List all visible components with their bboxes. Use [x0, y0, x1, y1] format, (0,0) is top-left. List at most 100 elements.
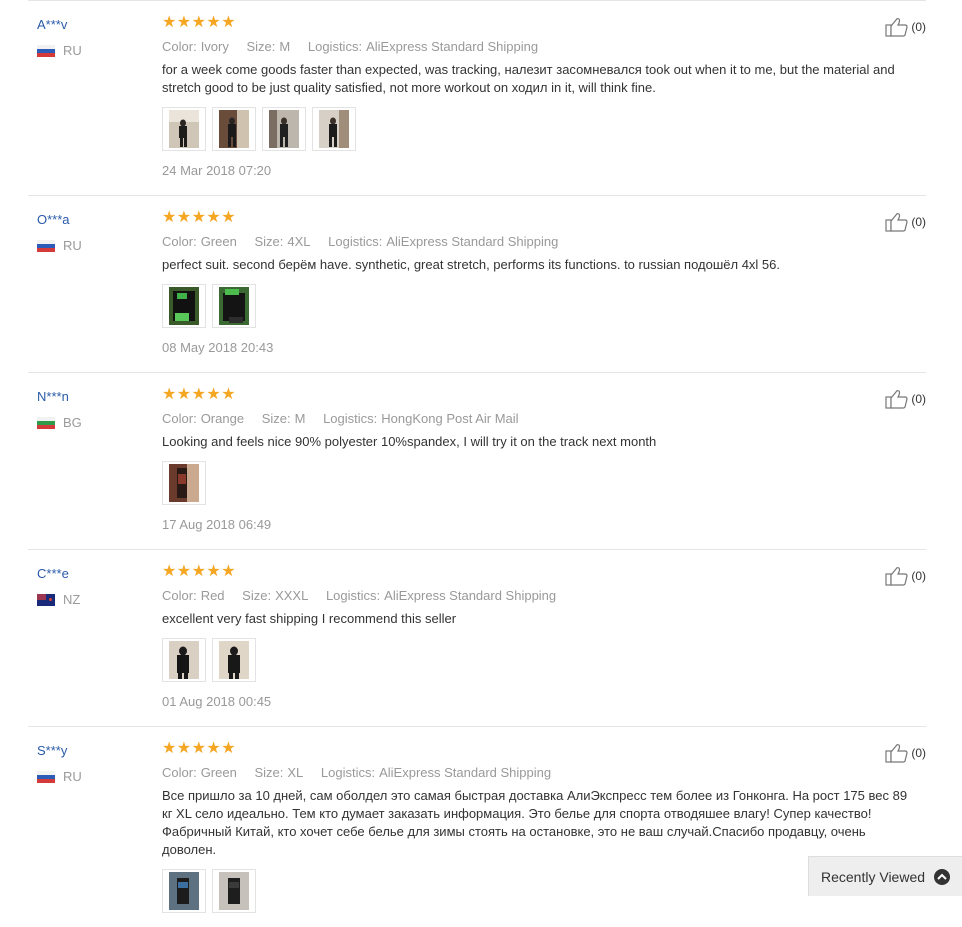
- star-icon: ★: [176, 563, 192, 580]
- reviewer-country: RU: [37, 43, 82, 58]
- reviewer-name[interactable]: C***e: [37, 566, 69, 581]
- review-photo[interactable]: [212, 107, 256, 151]
- logistics-label: Logistics:: [323, 411, 378, 426]
- order-info: Color: Red Size: XXXL Logistics: AliExpress…: [162, 588, 912, 603]
- rating-stars: ★ ★ ★ ★ ★: [162, 741, 912, 757]
- review-photo[interactable]: [262, 107, 306, 151]
- reviewer-name[interactable]: A***v: [37, 17, 67, 32]
- thumbs-up-icon: [885, 18, 908, 37]
- star-icon: ★: [176, 209, 192, 226]
- rating-stars: ★ ★ ★ ★ ★: [162, 564, 912, 580]
- size-value: M: [294, 411, 306, 426]
- review-item: A***v RU ★ ★ ★ ★ ★ Color: Ivory Size: M Logist…: [28, 1, 926, 196]
- review-photo[interactable]: [212, 284, 256, 328]
- flag-ru-icon: [37, 239, 55, 252]
- helpful-count: (0): [911, 392, 926, 406]
- review-date: 08 May 2018 20:43: [162, 340, 274, 355]
- flag-nz-icon: [37, 593, 55, 606]
- size-value: M: [279, 39, 291, 54]
- review-photo[interactable]: [212, 638, 256, 682]
- color-label: Color:: [162, 39, 197, 54]
- size-label: Size:: [261, 411, 291, 426]
- star-icon: ★: [221, 14, 236, 31]
- logistics-label: Logistics:: [328, 234, 383, 249]
- rating-stars: ★ ★ ★ ★ ★: [162, 210, 912, 226]
- color-label: Color:: [162, 234, 197, 249]
- helpful-button[interactable]: (0): [885, 389, 926, 409]
- thumbs-up-icon: [885, 567, 908, 586]
- review-photo[interactable]: [162, 284, 206, 328]
- thumbs-up-icon: [885, 213, 908, 232]
- size-value: 4XL: [287, 234, 311, 249]
- review-photo[interactable]: [212, 869, 256, 913]
- helpful-button[interactable]: (0): [885, 743, 926, 763]
- review-item: O***a RU ★ ★ ★ ★ ★ Color: Green Size: 4XL Logi…: [28, 196, 926, 373]
- reviewer-name[interactable]: O***a: [37, 212, 70, 227]
- review-photo[interactable]: [162, 638, 206, 682]
- logistics-value: AliExpress Standard Shipping: [366, 39, 539, 54]
- star-icon: ★: [221, 563, 236, 580]
- order-info: Color: Green Size: XL Logistics: AliExpress…: [162, 765, 912, 780]
- star-icon: ★: [176, 14, 192, 31]
- helpful-button[interactable]: (0): [885, 17, 926, 37]
- star-icon: ★: [191, 209, 206, 226]
- logistics-label: Logistics:: [325, 588, 381, 603]
- helpful-count: (0): [911, 569, 926, 583]
- review-text: Все пришло за 10 дней, сам оболдел это с…: [162, 788, 908, 857]
- helpful-count: (0): [911, 746, 926, 760]
- star-icon: ★: [176, 740, 192, 757]
- review-text: perfect suit. second берём have. synthet…: [162, 257, 780, 272]
- chevron-up-icon: [934, 869, 950, 885]
- review-photos: [162, 869, 912, 913]
- order-info: Color: Ivory Size: M Logistics: AliExpress …: [162, 39, 912, 54]
- color-value: Red: [200, 588, 225, 603]
- color-value: Ivory: [200, 39, 229, 54]
- review-text: Looking and feels nice 90% polyester 10%…: [162, 434, 657, 449]
- size-label: Size:: [242, 588, 272, 603]
- star-icon: ★: [191, 740, 206, 757]
- review-photo[interactable]: [162, 107, 206, 151]
- logistics-value: HongKong Post Air Mail: [381, 411, 519, 426]
- reviewer-name[interactable]: N***n: [37, 389, 69, 404]
- color-value: Green: [200, 765, 237, 780]
- rating-stars: ★ ★ ★ ★ ★: [162, 15, 912, 31]
- review-item: C***e NZ ★ ★ ★ ★ ★ Color: Red Size: XXXL Logis…: [28, 550, 926, 727]
- star-icon: ★: [176, 386, 192, 403]
- helpful-button[interactable]: (0): [885, 566, 926, 586]
- flag-bg-icon: [37, 416, 55, 429]
- star-icon: ★: [206, 563, 221, 580]
- color-value: Orange: [200, 411, 245, 426]
- review-photo[interactable]: [162, 461, 206, 505]
- reviewer-country: BG: [37, 415, 82, 430]
- review-photo[interactable]: [162, 869, 206, 913]
- thumbs-up-icon: [885, 744, 908, 763]
- review-photos: [162, 638, 912, 682]
- star-icon: ★: [206, 740, 221, 757]
- star-icon: ★: [206, 14, 221, 31]
- country-code: RU: [63, 769, 82, 784]
- size-label: Size:: [246, 39, 276, 54]
- order-info: Color: Green Size: 4XL Logistics: AliExpres…: [162, 234, 912, 249]
- logistics-value: AliExpress Standard Shipping: [384, 588, 557, 603]
- reviewer-name[interactable]: S***y: [37, 743, 67, 758]
- country-code: NZ: [63, 592, 81, 607]
- thumbs-up-icon: [885, 390, 908, 409]
- recently-viewed-label: Recently Viewed: [821, 868, 926, 885]
- color-value: Green: [200, 234, 237, 249]
- recently-viewed-button[interactable]: Recently Viewed: [808, 856, 962, 896]
- review-photos: [162, 284, 912, 328]
- reviewer-country: NZ: [37, 592, 80, 607]
- flag-ru-icon: [37, 44, 55, 57]
- review-photo[interactable]: [312, 107, 356, 151]
- star-icon: ★: [162, 740, 177, 757]
- reviewer-country: RU: [37, 238, 82, 253]
- star-icon: ★: [206, 386, 221, 403]
- star-icon: ★: [206, 209, 221, 226]
- star-icon: ★: [162, 563, 177, 580]
- helpful-count: (0): [911, 20, 926, 34]
- size-value: XL: [287, 765, 304, 780]
- helpful-button[interactable]: (0): [885, 212, 926, 232]
- review-item: N***n BG ★ ★ ★ ★ ★ Color: Orange Size: M Logis…: [28, 373, 926, 550]
- review-item: S***y RU ★ ★ ★ ★ ★ Color: Green Size: XL Logis…: [28, 727, 926, 927]
- logistics-label: Logistics:: [307, 39, 363, 54]
